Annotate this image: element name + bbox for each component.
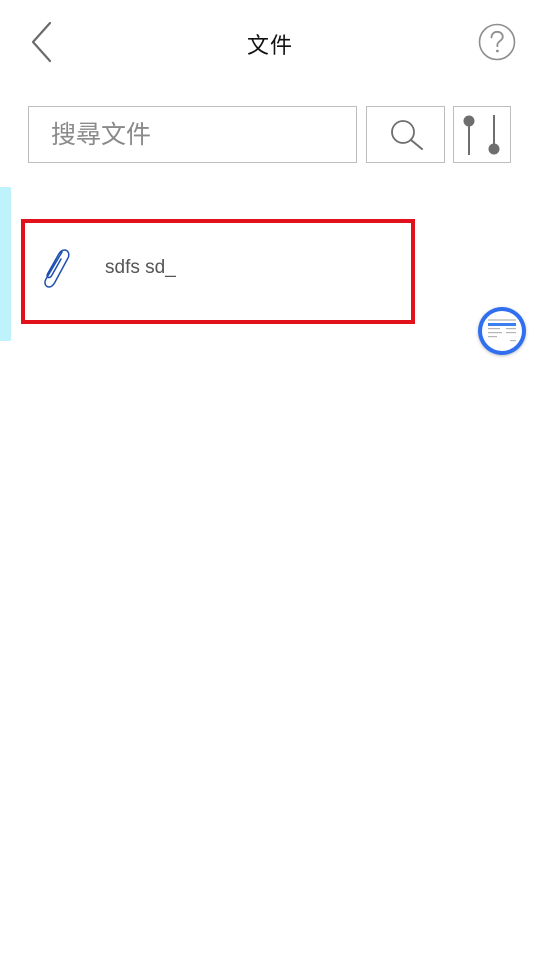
- document-list-screen: 文件 sdfs sd_: [0, 0, 540, 960]
- question-circle-icon: [478, 23, 516, 61]
- file-list-item[interactable]: sdfs sd_: [21, 219, 415, 324]
- paperclip-icon: [44, 249, 70, 288]
- search-button[interactable]: [366, 106, 445, 163]
- filter-button[interactable]: [453, 106, 511, 163]
- search-icon: [391, 120, 423, 150]
- floating-assistant-button[interactable]: [478, 307, 526, 355]
- side-accent-bar: [0, 187, 11, 341]
- screen-thumbnail-icon: [482, 311, 522, 351]
- file-name: sdfs sd_: [105, 257, 176, 278]
- help-button[interactable]: [478, 23, 516, 61]
- page-title: 文件: [246, 34, 293, 59]
- slider-filter-icon: [463, 115, 500, 155]
- search-field-container: [28, 106, 357, 163]
- header-bar: 文件: [0, 0, 540, 86]
- search-input[interactable]: [29, 107, 356, 162]
